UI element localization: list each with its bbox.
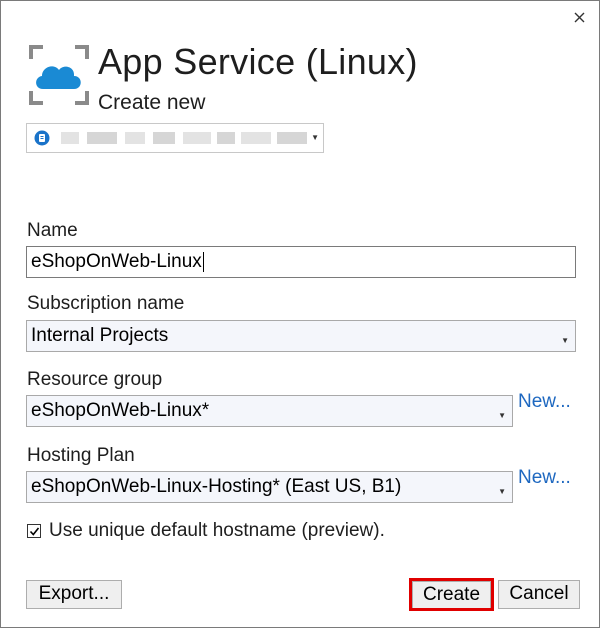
dialog-title: App Service (Linux) xyxy=(98,41,418,82)
hosting-plan-new-link[interactable]: New... xyxy=(518,467,571,489)
hosting-plan-value: eShopOnWeb-Linux-Hosting* (East US, B1) xyxy=(31,476,402,497)
subscription-dropdown[interactable]: Internal Projects ▼ xyxy=(26,320,576,352)
close-button[interactable] xyxy=(571,9,587,25)
text-caret xyxy=(202,252,204,272)
unique-hostname-option: Use unique default hostname (preview). xyxy=(27,520,385,542)
checkmark-icon xyxy=(29,527,39,536)
resource-group-value: eShopOnWeb-Linux* xyxy=(31,400,210,421)
unique-hostname-checkbox[interactable] xyxy=(27,524,41,538)
create-button-highlight xyxy=(409,578,494,611)
chevron-down-icon: ▼ xyxy=(561,336,569,345)
export-button[interactable]: Export... xyxy=(26,580,122,609)
app-service-icon xyxy=(29,45,89,105)
subscription-value: Internal Projects xyxy=(31,325,169,346)
account-badge-icon xyxy=(34,130,50,146)
obscured-text xyxy=(61,132,79,144)
chevron-down-icon: ▼ xyxy=(498,487,506,496)
dialog-subtitle: Create new xyxy=(98,91,206,114)
account-selector[interactable]: ▼ xyxy=(26,123,324,153)
resource-group-label: Resource group xyxy=(27,369,163,390)
hosting-plan-dropdown[interactable]: eShopOnWeb-Linux-Hosting* (East US, B1) … xyxy=(26,471,513,503)
obscured-text xyxy=(241,132,271,144)
obscured-text xyxy=(125,132,145,144)
close-icon xyxy=(574,12,584,22)
obscured-text xyxy=(217,132,235,144)
obscured-text xyxy=(87,132,117,144)
chevron-down-icon: ▼ xyxy=(498,411,506,420)
unique-hostname-label: Use unique default hostname (preview). xyxy=(49,520,385,541)
name-value: eShopOnWeb-Linux xyxy=(31,251,202,272)
chevron-down-icon: ▼ xyxy=(311,133,319,142)
hosting-plan-label: Hosting Plan xyxy=(27,445,135,466)
obscured-text xyxy=(277,132,307,144)
name-input[interactable]: eShopOnWeb-Linux xyxy=(26,246,576,278)
obscured-text xyxy=(153,132,175,144)
subscription-label: Subscription name xyxy=(27,293,185,314)
app-service-dialog: App Service (Linux) Create new ▼ Name eS… xyxy=(0,0,600,628)
cancel-button[interactable]: Cancel xyxy=(498,580,580,609)
resource-group-new-link[interactable]: New... xyxy=(518,391,571,413)
obscured-text xyxy=(183,132,211,144)
resource-group-dropdown[interactable]: eShopOnWeb-Linux* ▼ xyxy=(26,395,513,427)
name-label: Name xyxy=(27,220,78,241)
